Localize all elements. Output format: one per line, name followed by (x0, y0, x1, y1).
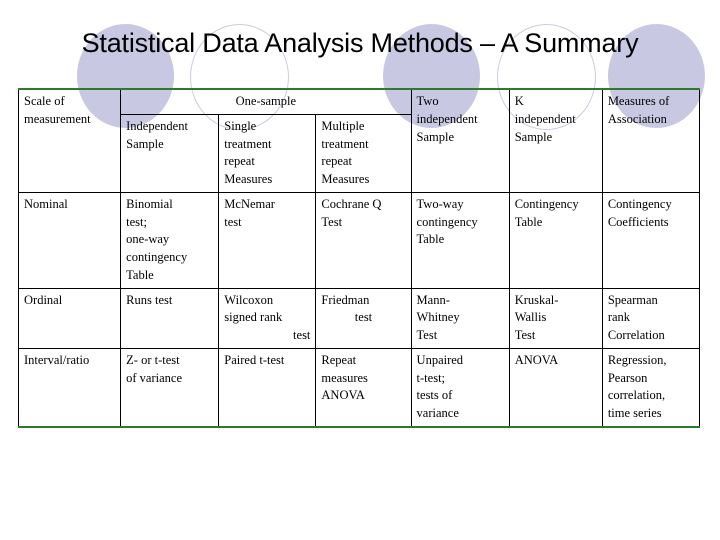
cell-ordinal-independent-sample: Runs test (120, 287, 220, 349)
header-independent-sample: Independent Sample (120, 113, 220, 193)
table-row: Ordinal Runs test Wilcoxon signed rank t… (17, 287, 701, 349)
table-row: Nominal Binomial test; one-way contingen… (17, 191, 701, 289)
cell-ordinal-multiple-repeat: Friedman test (315, 287, 412, 349)
header-k-independent-sample: K independent Sample (508, 87, 603, 193)
cell-nominal-two-independent: Two-way contingency Table (410, 191, 510, 289)
header-two-independent-sample: Two independent Sample (410, 87, 510, 193)
header-one-sample-group: One-sample (120, 87, 412, 115)
cell-scale-ordinal: Ordinal (17, 287, 122, 349)
cell-ordinal-k-independent: Kruskal- Wallis Test (508, 287, 603, 349)
cell-scale-interval-ratio: Interval/ratio (17, 347, 122, 428)
cell-interval-measures-association: Regression, Pearson correlation, time se… (601, 347, 701, 428)
header-scale-of-measurement: Scale of measurement (17, 87, 122, 193)
cell-nominal-multiple-repeat: Cochrane Q Test (315, 191, 412, 289)
cell-nominal-independent-sample: Binomial test; one-way contingency Table (120, 191, 220, 289)
cell-interval-k-independent: ANOVA (508, 347, 603, 428)
table-header-row-1: Scale of measurement One-sample Two inde… (17, 87, 701, 193)
cell-ordinal-single-repeat: Wilcoxon signed rank test (218, 287, 317, 349)
cell-interval-multiple-repeat: Repeat measures ANOVA (315, 347, 412, 428)
cell-ordinal-measures-association: Spearman rank Correlation (601, 287, 701, 349)
cell-nominal-single-repeat: McNemar test (218, 191, 317, 289)
cell-scale-nominal: Nominal (17, 191, 122, 289)
page-title: Statistical Data Analysis Methods – A Su… (81, 28, 639, 58)
table-row: Interval/ratio Z- or t-test of variance … (17, 347, 701, 428)
header-single-treatment-repeat-measures: Single treatment repeat Measures (218, 113, 317, 193)
cell-interval-single-repeat: Paired t-test (218, 347, 317, 428)
header-measures-of-association: Measures of Association (601, 87, 701, 193)
header-multiple-treatment-repeat-measures: Multiple treatment repeat Measures (315, 113, 412, 193)
statistical-methods-table: Scale of measurement One-sample Two inde… (17, 87, 701, 428)
cell-ordinal-two-independent: Mann- Whitney Test (410, 287, 510, 349)
cell-nominal-measures-association: Contingency Coefficients (601, 191, 701, 289)
cell-nominal-k-independent: Contingency Table (508, 191, 603, 289)
cell-interval-two-independent: Unpaired t-test; tests of variance (410, 347, 510, 428)
summary-table-container: Scale of measurement One-sample Two inde… (17, 87, 701, 428)
cell-interval-independent-sample: Z- or t-test of variance (120, 347, 220, 428)
